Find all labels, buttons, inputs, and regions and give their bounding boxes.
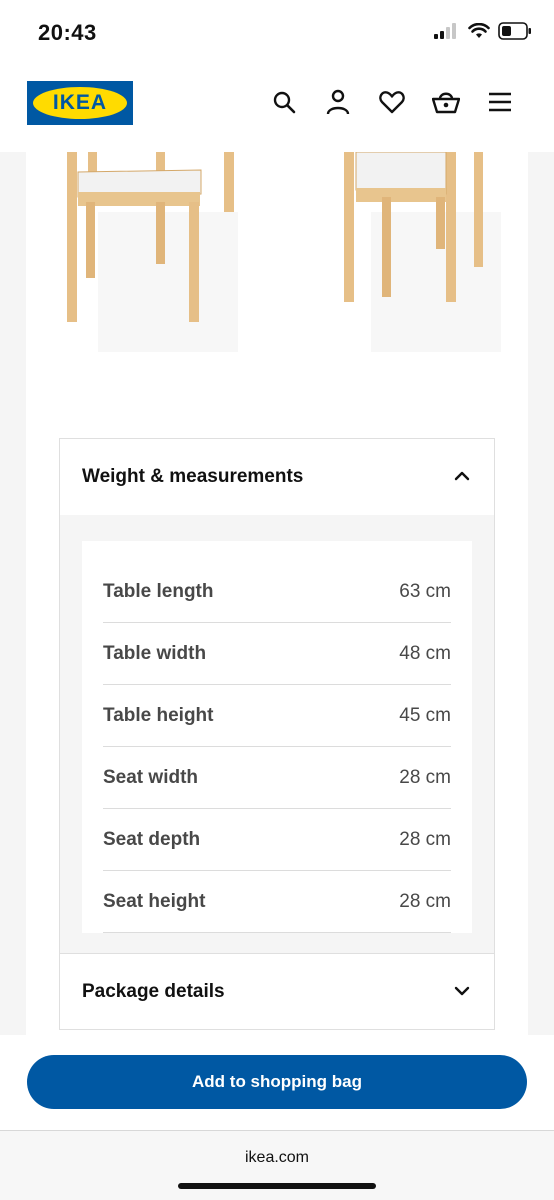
measurement-row: Table width 48 cm (103, 623, 451, 685)
ikea-logo[interactable]: IKEA (27, 81, 133, 125)
measurement-value: 28 cm (399, 828, 451, 850)
measurement-label: Seat depth (103, 828, 201, 850)
heart-icon[interactable] (378, 86, 406, 118)
measurement-row: Seat height 28 cm (103, 871, 451, 933)
measurement-row: Table length 63 cm (103, 561, 451, 623)
measurements-title: Weight & measurements (82, 466, 304, 487)
measurement-value: 28 cm (399, 890, 451, 912)
status-bar: 20:43 (0, 0, 554, 66)
page: 20:43 IKEA Weight & measurements Table l… (0, 0, 554, 1200)
account-icon[interactable] (324, 86, 352, 118)
measurements-accordion-header[interactable]: Weight & measurements (60, 439, 494, 515)
product-images[interactable] (26, 152, 528, 382)
measurements-card: Table length 63 cm Table width 48 cm Tab… (82, 541, 472, 933)
measurement-label: Table height (103, 704, 214, 726)
product-content[interactable]: Weight & measurements Table length 63 cm… (0, 152, 554, 1035)
measurement-value: 45 cm (399, 704, 451, 726)
home-indicator[interactable] (178, 1183, 376, 1189)
sticky-action-bar: Add to shopping bag (0, 1035, 554, 1130)
header-icons (270, 86, 514, 118)
signal-icon (434, 23, 460, 44)
measurement-row: Seat width 28 cm (103, 747, 451, 809)
package-accordion-header[interactable]: Package details (60, 953, 494, 1029)
menu-icon[interactable] (486, 86, 514, 118)
measurement-row: Table height 45 cm (103, 685, 451, 747)
package-title: Package details (82, 980, 225, 1002)
url-text[interactable]: ikea.com (0, 1149, 554, 1167)
measurement-row: Seat depth 28 cm (103, 809, 451, 871)
measurement-value: 63 cm (399, 580, 451, 602)
search-icon[interactable] (270, 86, 298, 118)
chevron-up-icon[interactable] (454, 468, 470, 486)
measurement-label: Seat width (103, 766, 199, 788)
content-panel: Weight & measurements Table length 63 cm… (26, 152, 528, 1035)
chair-images-icon (67, 152, 501, 352)
add-to-bag-button[interactable]: Add to shopping bag (27, 1055, 527, 1109)
measurement-label: Table width (103, 642, 207, 664)
measurement-value: 48 cm (399, 642, 451, 664)
basket-icon[interactable] (432, 86, 460, 118)
battery-icon (498, 22, 532, 45)
status-icons (434, 22, 532, 45)
details-accordion: Weight & measurements Table length 63 cm… (59, 438, 495, 1030)
measurement-value: 28 cm (399, 766, 451, 788)
measurements-panel: Table length 63 cm Table width 48 cm Tab… (60, 515, 494, 953)
measurement-label: Seat height (103, 890, 206, 912)
logo-oval: IKEA (33, 87, 127, 119)
wifi-icon (468, 22, 490, 44)
browser-address-bar[interactable]: ikea.com (0, 1130, 554, 1200)
status-time: 20:43 (38, 20, 97, 45)
measurement-label: Table length (103, 580, 214, 602)
site-header: IKEA (0, 66, 554, 152)
chevron-down-icon[interactable] (454, 983, 470, 1001)
logo-text: IKEA (52, 91, 108, 114)
